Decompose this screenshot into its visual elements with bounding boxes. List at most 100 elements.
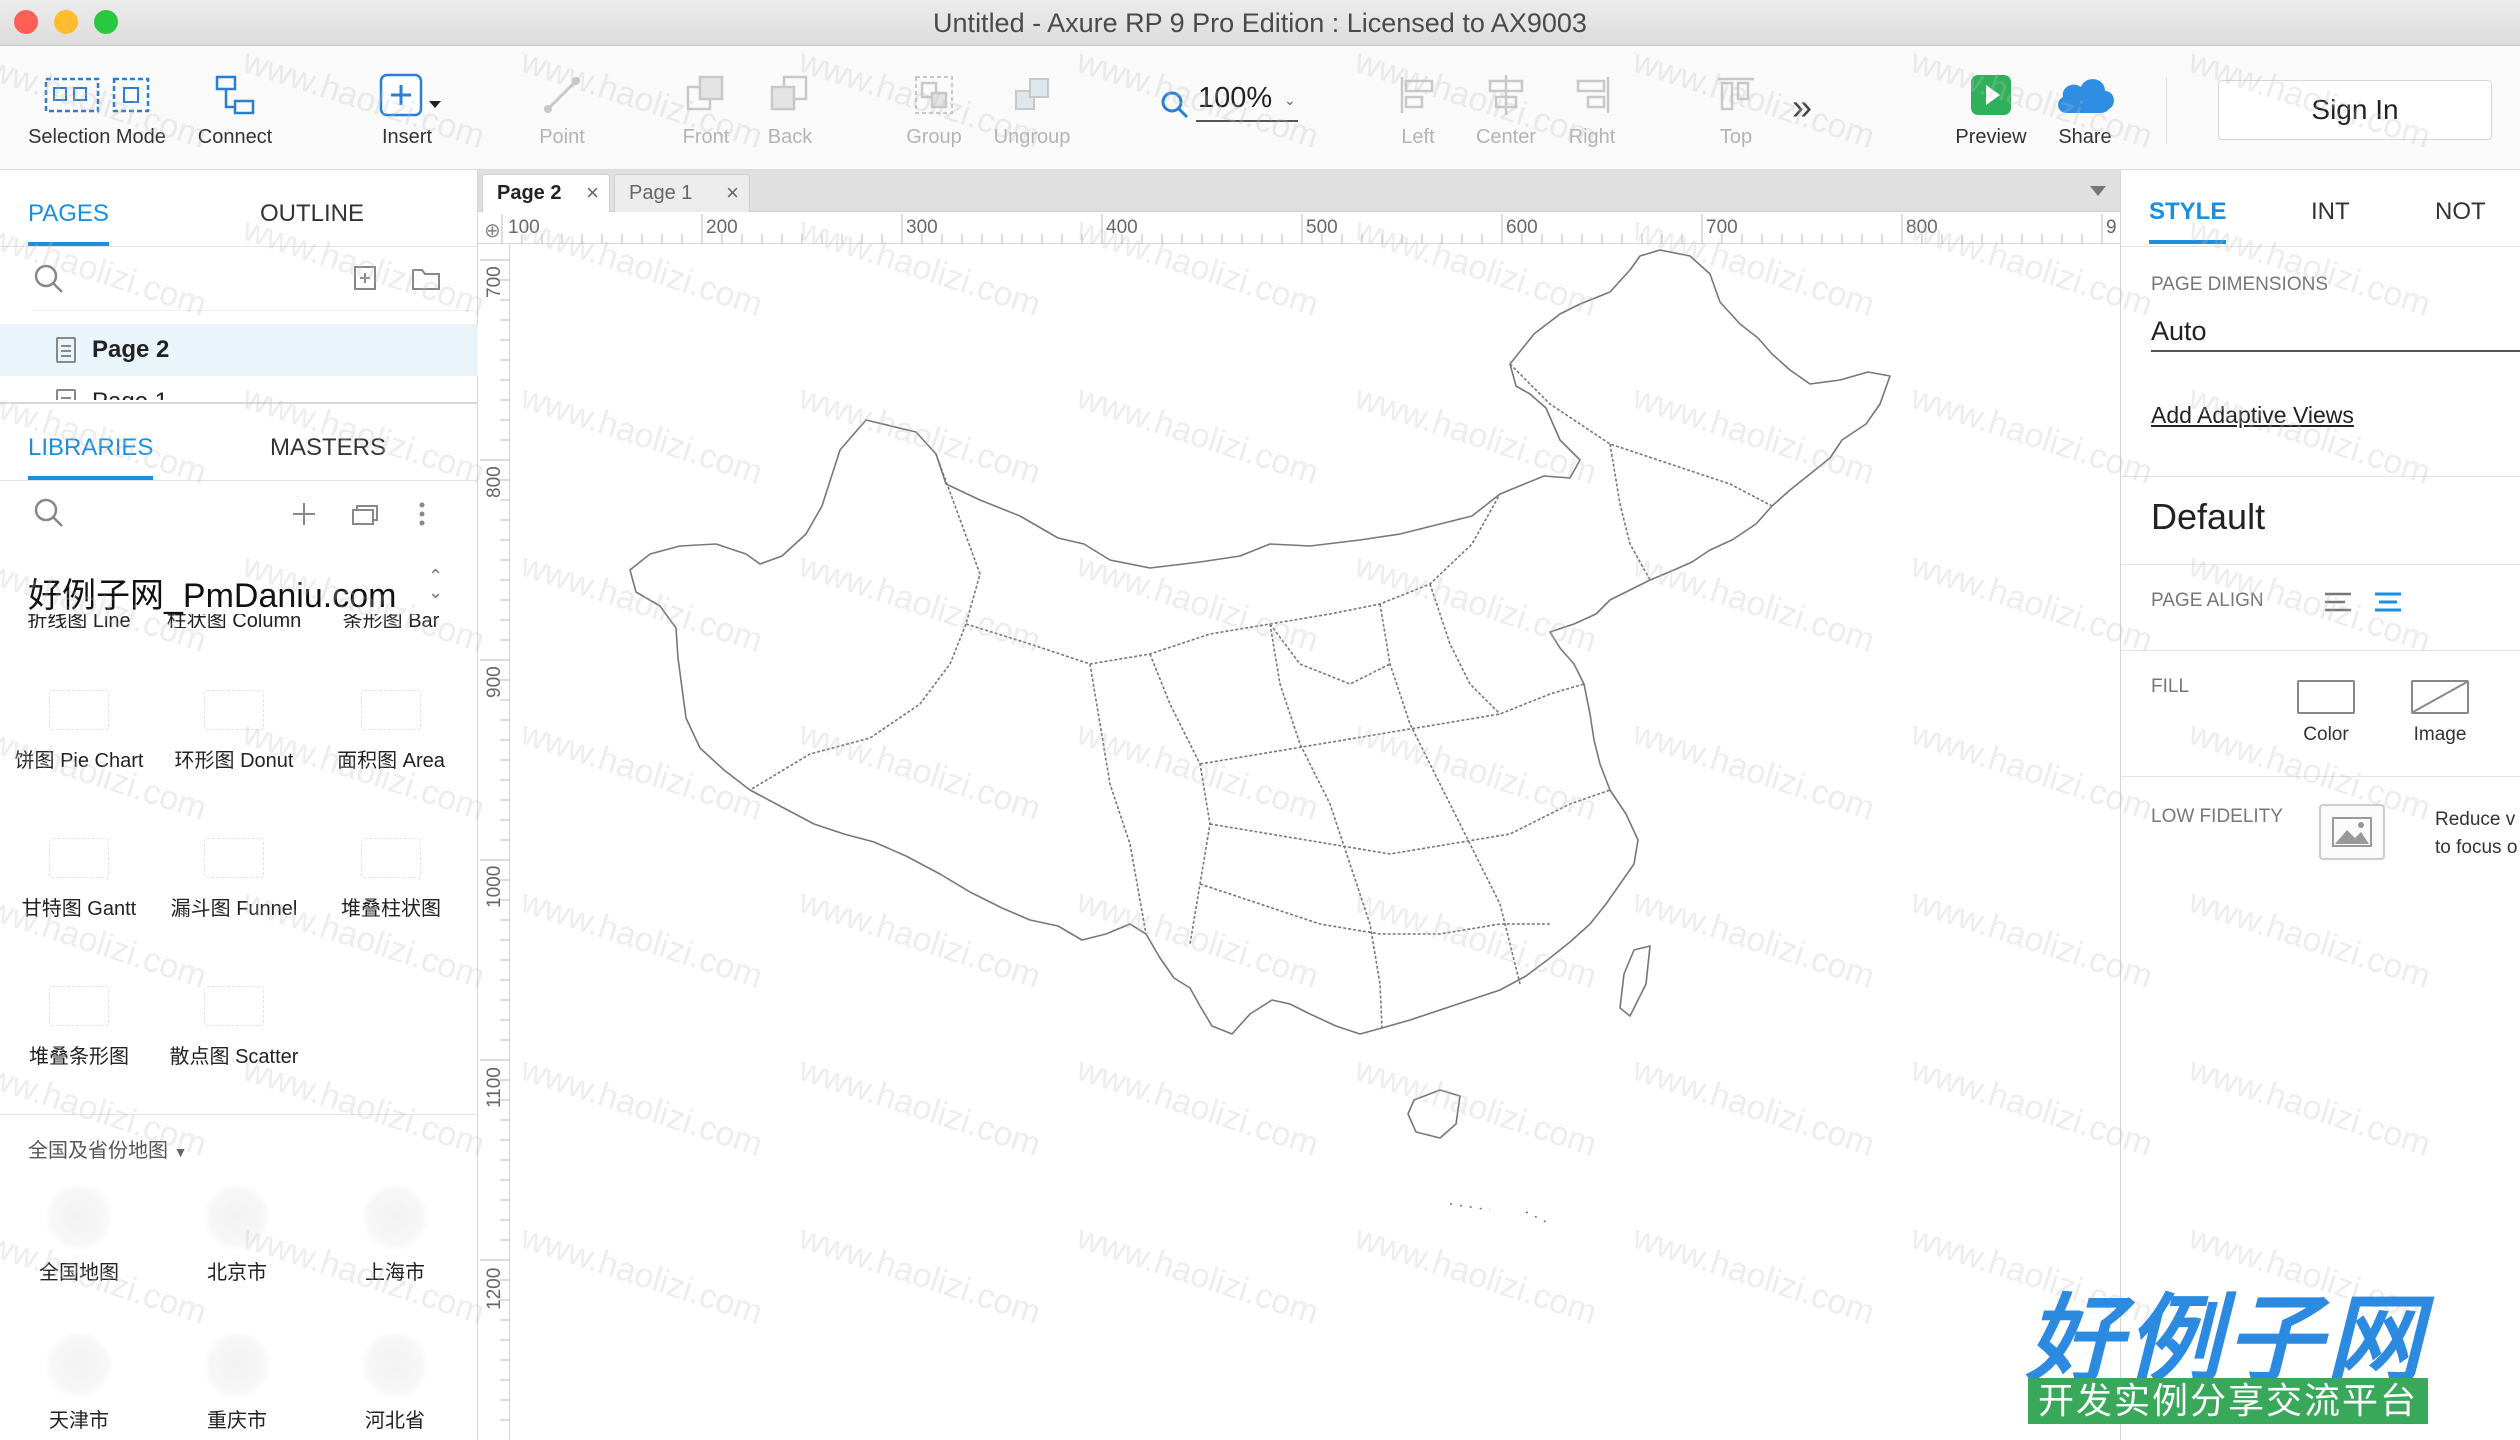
search-library-icon[interactable] xyxy=(32,496,66,530)
tab-menu-caret-icon[interactable] xyxy=(2090,186,2106,196)
page-dimensions-label: PAGE DIMENSIONS xyxy=(2151,274,2329,295)
library-manage-icon[interactable] xyxy=(350,500,382,528)
zoom-selector[interactable]: 100% ⌄ xyxy=(1160,80,1300,122)
widget-label: 北京市 xyxy=(207,1262,267,1284)
canvas-tab-page-2[interactable]: Page 2 × xyxy=(482,174,610,212)
widget-stacked-bar[interactable]: 堆叠条形图 xyxy=(0,986,158,1069)
ungroup-icon xyxy=(990,66,1074,124)
library-select[interactable]: 好例子网_PmDaniu.com ⌃ ⌄ xyxy=(28,567,443,617)
search-zoom-icon xyxy=(1161,91,1189,119)
widget-funnel[interactable]: 漏斗图 Funnel xyxy=(155,838,313,921)
preview-button[interactable]: Preview xyxy=(1946,66,2036,149)
widget-pie-chart[interactable]: 饼图 Pie Chart xyxy=(0,690,158,773)
tab-style[interactable]: STYLE xyxy=(2149,198,2227,244)
sign-in-button[interactable]: Sign In xyxy=(2218,80,2492,140)
style-name-field[interactable]: Default xyxy=(2151,496,2265,538)
widget-scatter[interactable]: 散点图 Scatter xyxy=(155,986,313,1069)
align-left-button[interactable]: Left xyxy=(1378,66,1458,149)
add-folder-icon[interactable] xyxy=(410,264,442,292)
point-label: Point xyxy=(539,126,585,148)
ruler-label: 1100 xyxy=(484,1067,505,1108)
align-top-button[interactable]: Top xyxy=(1696,66,1776,149)
page-tab-strip: Page 2 × Page 1 × xyxy=(478,170,2120,212)
ungroup-button[interactable]: Ungroup xyxy=(990,66,1074,149)
point-button[interactable]: Point xyxy=(522,66,602,149)
widget-label: 河北省 xyxy=(365,1410,425,1432)
close-icon[interactable]: × xyxy=(726,180,739,206)
tab-pages[interactable]: PAGES xyxy=(28,200,109,246)
hainan-island xyxy=(1407,1089,1461,1139)
page-list-item[interactable]: Page 2 xyxy=(0,324,478,376)
align-right-button[interactable]: Right xyxy=(1552,66,1632,149)
group-icon xyxy=(894,66,974,124)
front-button[interactable]: Front xyxy=(666,66,746,149)
ruler-label: 800 xyxy=(484,466,505,498)
page-dimensions-select[interactable]: Auto xyxy=(2151,308,2520,352)
low-fidelity-label: LOW FIDELITY xyxy=(2151,806,2283,827)
search-pages-icon[interactable] xyxy=(32,262,66,296)
map-thumbnail xyxy=(44,1330,114,1400)
widget-label: 条形图 Bar xyxy=(342,614,440,628)
canvas-tab-label: Page 2 xyxy=(497,182,562,204)
tab-notes[interactable]: NOT xyxy=(2435,198,2486,226)
widget-map-hebei[interactable]: 河北省 xyxy=(316,1330,474,1433)
library-section-toggle[interactable]: 全国及省份地图 ▼ xyxy=(28,1134,187,1163)
align-center-button[interactable]: Center xyxy=(1464,66,1548,149)
cloud-icon xyxy=(2040,66,2130,124)
widget-label: 上海市 xyxy=(365,1262,425,1284)
widget-map-china[interactable]: 全国地图 xyxy=(0,1182,158,1285)
widget-label: 全国地图 xyxy=(39,1262,119,1284)
selection-mode-button[interactable]: Selection Mode xyxy=(22,66,172,149)
map-thumbnail xyxy=(202,1330,272,1400)
share-button[interactable]: Share xyxy=(2040,66,2130,149)
tab-outline-label: OUTLINE xyxy=(260,200,365,227)
fill-color-button[interactable]: Color xyxy=(2281,680,2371,746)
close-icon[interactable]: × xyxy=(586,180,599,206)
widget-label: 柱状图 Column xyxy=(166,614,302,628)
widget-map-chongqing[interactable]: 重庆市 xyxy=(158,1330,316,1433)
tab-not-label: NOT xyxy=(2435,198,2486,225)
group-button[interactable]: Group xyxy=(894,66,974,149)
widget-stacked-column[interactable]: 堆叠柱状图 xyxy=(312,838,470,921)
tab-masters[interactable]: MASTERS xyxy=(270,434,386,462)
widget-map-shanghai[interactable]: 上海市 xyxy=(316,1182,474,1285)
zoom-value: 100% xyxy=(1198,82,1273,114)
add-page-icon[interactable] xyxy=(352,264,380,292)
low-fidelity-toggle[interactable] xyxy=(2319,804,2385,860)
china-map-widget[interactable] xyxy=(510,244,2118,1440)
tab-libraries[interactable]: LIBRARIES xyxy=(28,434,154,480)
widget-area[interactable]: 面积图 Area xyxy=(312,690,470,773)
top-label: Top xyxy=(1719,126,1753,148)
align-left-icon xyxy=(1378,66,1458,124)
widget-thumbnail xyxy=(49,690,109,730)
more-options-icon[interactable] xyxy=(416,500,428,528)
tab-outline[interactable]: OUTLINE xyxy=(260,200,364,228)
insert-button[interactable]: Insert xyxy=(362,66,452,149)
widget-thumbnail xyxy=(204,986,264,1026)
tab-pages-label: PAGES xyxy=(28,200,109,227)
widget-gantt[interactable]: 甘特图 Gantt xyxy=(0,838,158,921)
chevron-down-icon: ⌄ xyxy=(1284,92,1296,108)
low-fidelity-description: Reduce v xyxy=(2435,809,2516,830)
connect-button[interactable]: Connect xyxy=(190,66,280,149)
add-library-icon[interactable] xyxy=(290,500,318,528)
tab-interactions[interactable]: INT xyxy=(2311,198,2350,226)
page-list-item[interactable]: Page 1 xyxy=(0,376,478,400)
fill-image-button[interactable]: Image xyxy=(2395,680,2485,746)
back-button[interactable]: Back xyxy=(750,66,830,149)
widget-thumbnail xyxy=(204,690,264,730)
canvas-tab-label: Page 1 xyxy=(629,182,693,204)
library-name: 好例子网_PmDaniu.com xyxy=(28,577,397,615)
more-tools-chevron-icon[interactable]: » xyxy=(1792,86,1812,128)
right-label: Right xyxy=(1568,126,1616,148)
align-center-page-icon[interactable] xyxy=(2373,590,2403,614)
widget-donut[interactable]: 环形图 Donut xyxy=(155,690,313,773)
align-left-page-icon[interactable] xyxy=(2323,590,2353,614)
group-label: Group xyxy=(906,126,962,148)
widget-map-beijing[interactable]: 北京市 xyxy=(158,1182,316,1285)
canvas-tab-page-1[interactable]: Page 1 × xyxy=(614,174,750,212)
widget-map-tianjin[interactable]: 天津市 xyxy=(0,1330,158,1433)
add-adaptive-views-link[interactable]: Add Adaptive Views xyxy=(2151,402,2354,429)
taiwan-island xyxy=(1619,945,1651,1017)
caret-down-icon: ▼ xyxy=(173,1144,188,1160)
